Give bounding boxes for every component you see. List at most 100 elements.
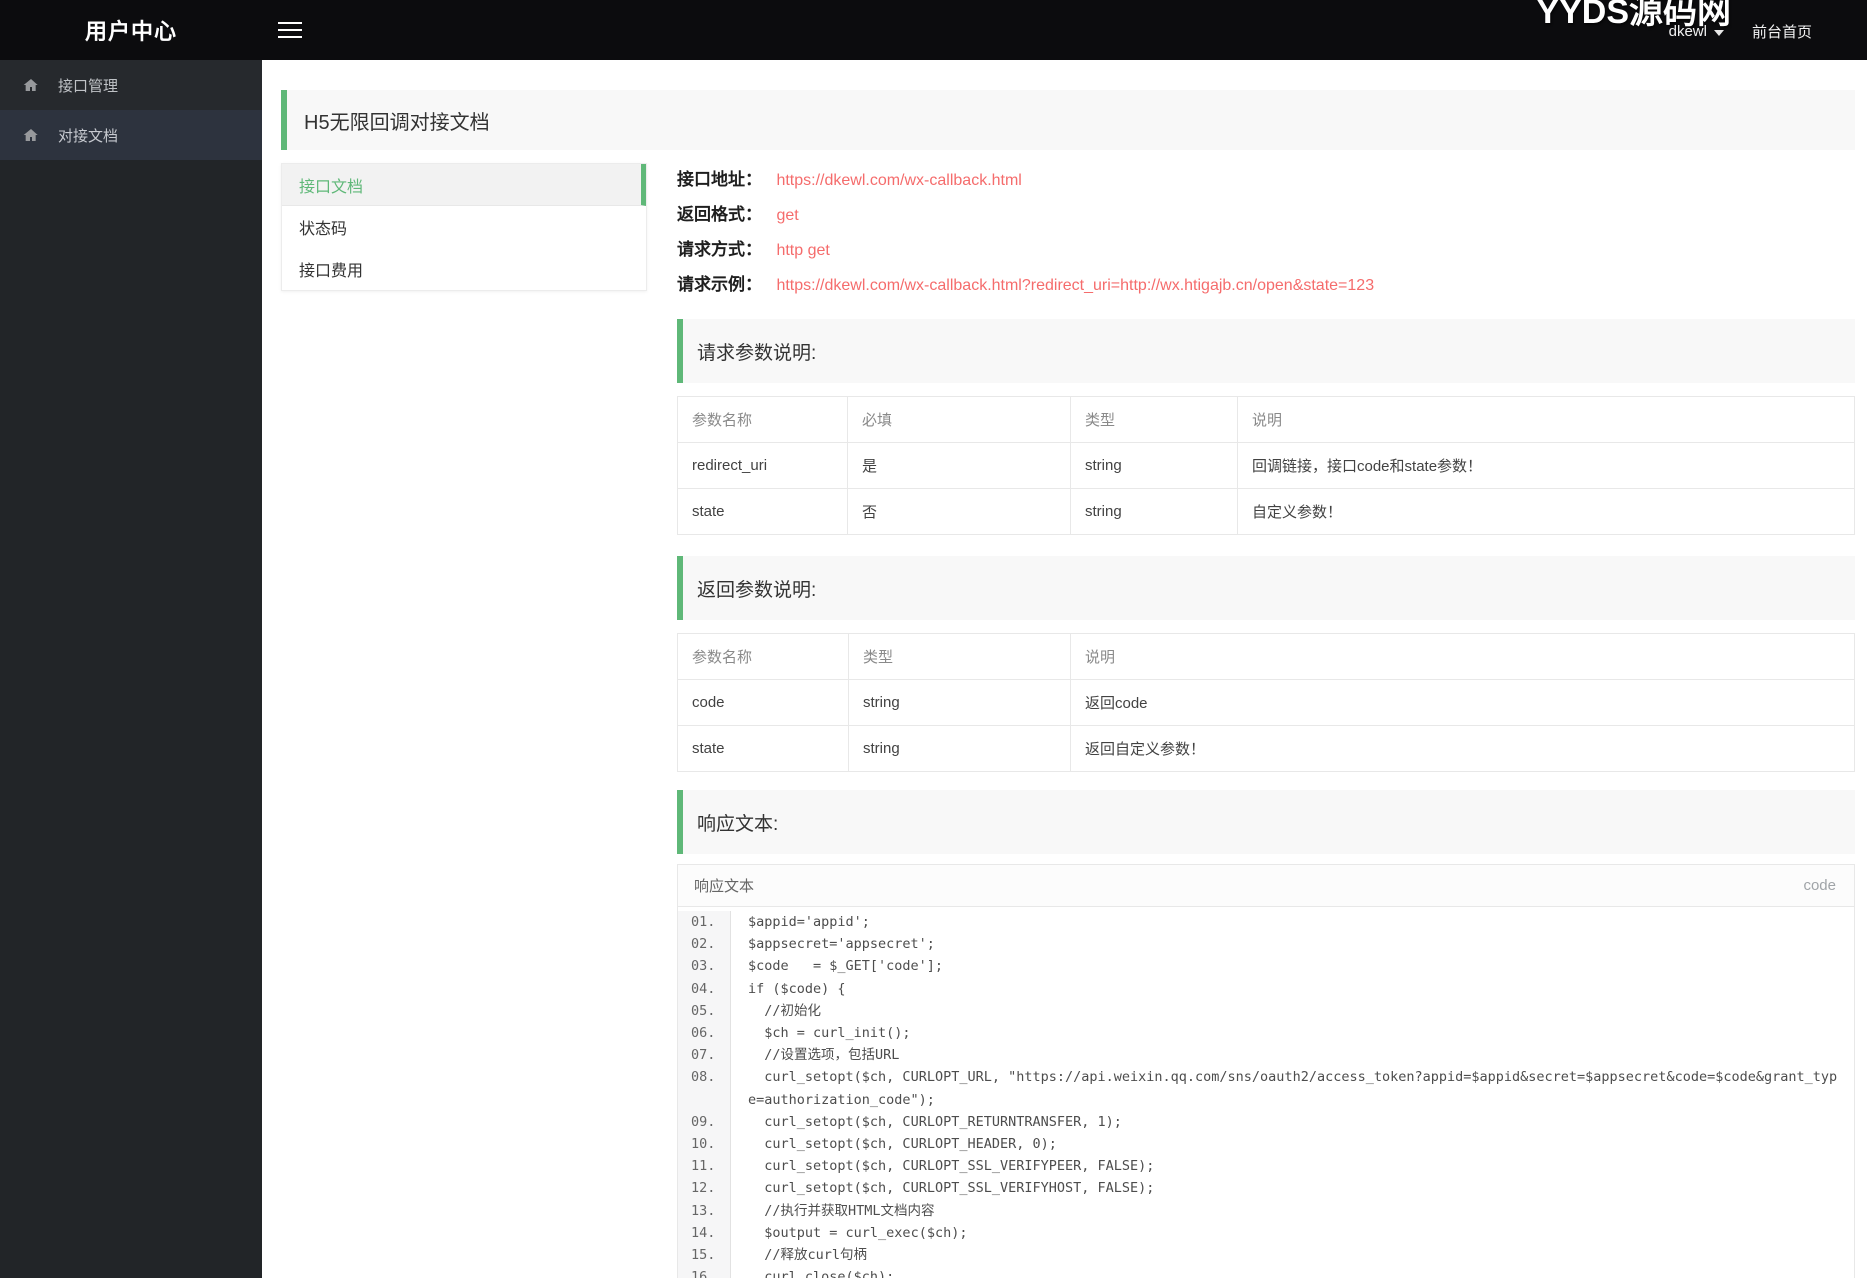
section-request-params: 请求参数说明:: [677, 319, 1855, 383]
doc-menu-column: 接口文档 状态码 接口费用: [281, 163, 647, 291]
sidebar-item-api-manage[interactable]: 接口管理: [0, 60, 262, 110]
home-icon: [23, 127, 39, 143]
doc-menu: 接口文档 状态码 接口费用: [281, 163, 647, 291]
app-title: 用户中心: [84, 19, 177, 44]
line-number: 02.: [678, 933, 731, 956]
code-text: //初始化: [748, 1002, 822, 1019]
cell-param-name: state: [677, 725, 849, 772]
col-header: 类型: [848, 633, 1071, 680]
col-header: 参数名称: [677, 396, 848, 443]
home-icon: [23, 77, 39, 93]
code-card: 响应文本 code 01. $appid='appid'; 02. $appsecr…: [677, 864, 1855, 1278]
doc-menu-item-status-codes[interactable]: 状态码: [282, 206, 646, 248]
user-dropdown[interactable]: dkewl: [1669, 23, 1724, 40]
code-line: 12. curl_setopt($ch, CURLOPT_SSL_VERIFYH…: [678, 1177, 1854, 1200]
line-number: 08.: [678, 1066, 731, 1111]
sidebar-item-label: 对接文档: [58, 127, 119, 145]
cell-type: string: [1070, 442, 1238, 489]
code-text: if ($code) {: [748, 980, 846, 997]
content-columns: 接口文档 状态码 接口费用 接口地址： https://dkewl.com/wx…: [281, 163, 1855, 1278]
front-home-link[interactable]: 前台首页: [1752, 21, 1812, 42]
table-row: state string 返回自定义参数！: [677, 725, 1855, 772]
line-number: 05.: [678, 999, 731, 1023]
api-url-value[interactable]: https://dkewl.com/wx-callback.html: [776, 172, 1021, 189]
code-line: 16. curl_close($ch);: [678, 1266, 1854, 1278]
code-text: curl_setopt($ch, CURLOPT_HEADER, 0);: [748, 1136, 1057, 1153]
request-example-label: 请求示例：: [677, 275, 762, 294]
return-format-label: 返回格式：: [677, 205, 762, 224]
col-header: 说明: [1070, 633, 1855, 680]
cell-type: string: [848, 725, 1071, 772]
sidebar-item-label: 接口管理: [58, 77, 119, 95]
request-example-value[interactable]: https://dkewl.com/wx-callback.html?redir…: [776, 277, 1374, 294]
cell-param-name: state: [677, 488, 848, 535]
cell-type: string: [1070, 488, 1238, 535]
doc-menu-item-label: 接口文档: [299, 178, 364, 196]
code-body: 01. $appid='appid'; 02. $appsecret='appsec…: [678, 907, 1854, 1278]
line-number: 11.: [678, 1155, 731, 1178]
cell-required: 否: [847, 488, 1071, 535]
code-line: 01. $appid='appid';: [678, 911, 1854, 934]
code-line: 14. $output = curl_exec($ch);: [678, 1221, 1854, 1245]
code-text: curl_setopt($ch, CURLOPT_RETURNTRANSFER,…: [748, 1113, 1122, 1130]
sidebar-item-doc[interactable]: 对接文档: [0, 110, 262, 160]
api-info: 接口地址： https://dkewl.com/wx-callback.html…: [677, 163, 1855, 303]
topbar-right: dkewl 前台首页: [1669, 21, 1812, 42]
return-format-line: 返回格式： get: [677, 198, 1855, 233]
code-card-header: 响应文本 code: [678, 865, 1854, 907]
code-line: 09. curl_setopt($ch, CURLOPT_RETURNTRANS…: [678, 1110, 1854, 1134]
doc-menu-item-label: 状态码: [299, 221, 348, 238]
code-line: 11. curl_setopt($ch, CURLOPT_SSL_VERIFYP…: [678, 1155, 1854, 1178]
table-header-row: 参数名称 类型 说明: [677, 633, 1855, 680]
col-header: 说明: [1237, 396, 1855, 443]
doc-menu-item-api-doc[interactable]: 接口文档: [282, 164, 646, 206]
doc-menu-item-label: 接口费用: [299, 263, 364, 280]
line-number: 15.: [678, 1244, 731, 1267]
main-content: H5无限回调对接文档 接口文档 状态码 接口费用 接口地址： https://d…: [262, 60, 1867, 1278]
top-header: 用户中心 YYDS源码网 dkewl 前台首页: [0, 0, 1867, 60]
line-number: 07.: [678, 1044, 731, 1067]
cell-param-name: redirect_uri: [677, 442, 848, 489]
code-line: 15. //释放curl句柄: [678, 1244, 1854, 1267]
cell-type: string: [848, 679, 1071, 726]
cell-description: 返回自定义参数！: [1070, 725, 1855, 772]
chevron-down-icon: [1713, 29, 1724, 36]
cell-description: 返回code: [1070, 679, 1855, 726]
code-card-title: 响应文本: [694, 878, 755, 895]
response-params-table: 参数名称 类型 说明 code string 返回code state stri…: [677, 633, 1855, 772]
line-number: 06.: [678, 1022, 731, 1045]
app-root: 用户中心 YYDS源码网 dkewl 前台首页 接口管理 对接文档 H5无限回调…: [0, 0, 1867, 1278]
line-number: 01.: [678, 911, 731, 934]
table-row: redirect_uri 是 string 回调链接，接口code和state参…: [677, 442, 1855, 489]
api-url-line: 接口地址： https://dkewl.com/wx-callback.html: [677, 163, 1855, 198]
line-number: 13.: [678, 1199, 731, 1222]
code-line: 02. $appsecret='appsecret';: [678, 933, 1854, 956]
request-method-value: http get: [776, 242, 830, 259]
sidebar: 接口管理 对接文档: [0, 60, 262, 1278]
table-row: state 否 string 自定义参数！: [677, 488, 1855, 535]
api-url-label: 接口地址：: [677, 170, 762, 189]
doc-detail-column: 接口地址： https://dkewl.com/wx-callback.html…: [677, 163, 1855, 1278]
code-text: $code = $_GET['code'];: [748, 958, 944, 975]
col-header: 类型: [1070, 396, 1238, 443]
code-line: 04. if ($code) {: [678, 977, 1854, 1000]
code-text: $appsecret='appsecret';: [748, 936, 935, 953]
doc-menu-item-api-fees[interactable]: 接口费用: [282, 248, 646, 290]
page-title: H5无限回调对接文档: [281, 90, 1855, 150]
code-line: 03. $code = $_GET['code'];: [678, 955, 1854, 978]
line-number: 04.: [678, 977, 731, 1000]
code-text: //释放curl句柄: [748, 1247, 868, 1264]
line-number: 03.: [678, 955, 731, 978]
return-format-value: get: [776, 207, 799, 224]
request-method-line: 请求方式： http get: [677, 233, 1855, 268]
menu-toggle-icon[interactable]: [278, 19, 304, 41]
code-text: //设置选项，包括URL: [748, 1047, 900, 1064]
line-number: 16.: [678, 1266, 731, 1278]
code-text: //执行并获取HTML文档内容: [748, 1202, 935, 1219]
code-line: 13. //执行并获取HTML文档内容: [678, 1199, 1854, 1222]
cell-param-name: code: [677, 679, 849, 726]
line-number: 12.: [678, 1177, 731, 1200]
code-line: 06. $ch = curl_init();: [678, 1022, 1854, 1045]
code-line: 10. curl_setopt($ch, CURLOPT_HEADER, 0);: [678, 1133, 1854, 1156]
cell-description: 回调链接，接口code和state参数！: [1237, 442, 1855, 489]
